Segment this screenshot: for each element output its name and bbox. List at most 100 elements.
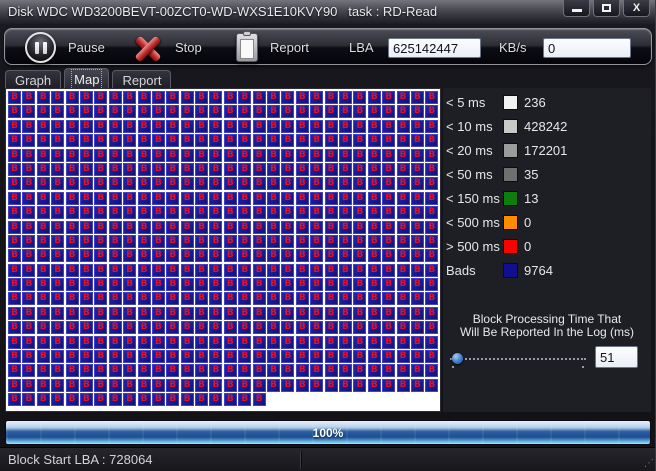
map-block[interactable]: B	[151, 220, 165, 234]
map-block[interactable]: B	[65, 263, 79, 277]
map-block[interactable]: B	[36, 263, 50, 277]
map-block[interactable]: B	[151, 119, 165, 133]
map-block[interactable]: B	[223, 220, 237, 234]
map-block[interactable]: B	[166, 321, 180, 335]
map-block[interactable]: B	[396, 148, 410, 162]
map-block[interactable]: B	[79, 105, 93, 119]
map-block[interactable]: B	[396, 263, 410, 277]
map-block[interactable]: B	[425, 119, 439, 133]
map-block[interactable]: B	[267, 249, 281, 263]
map-block[interactable]: B	[353, 105, 367, 119]
map-block[interactable]: B	[324, 306, 338, 320]
map-block[interactable]: B	[209, 393, 223, 407]
map-block[interactable]: B	[223, 278, 237, 292]
map-block[interactable]: B	[65, 234, 79, 248]
stop-button[interactable]: Stop	[132, 29, 202, 66]
map-block[interactable]: B	[166, 191, 180, 205]
map-block[interactable]: B	[267, 234, 281, 248]
map-block[interactable]: B	[267, 177, 281, 191]
map-block[interactable]: B	[223, 321, 237, 335]
map-block[interactable]: B	[94, 321, 108, 335]
map-block[interactable]: B	[8, 91, 21, 104]
map-block[interactable]: B	[252, 393, 266, 407]
map-block[interactable]: B	[353, 162, 367, 176]
map-block[interactable]: B	[22, 206, 36, 220]
map-block[interactable]: B	[195, 91, 209, 104]
map-block[interactable]: B	[8, 206, 21, 220]
map-block[interactable]: B	[166, 249, 180, 263]
map-block[interactable]: B	[51, 105, 65, 119]
map-block[interactable]: B	[324, 220, 338, 234]
map-block[interactable]: B	[353, 234, 367, 248]
map-block[interactable]: B	[79, 148, 93, 162]
map-block[interactable]: B	[252, 220, 266, 234]
map-block[interactable]: B	[180, 191, 194, 205]
map-block[interactable]: B	[396, 177, 410, 191]
map-block[interactable]: B	[22, 119, 36, 133]
map-block[interactable]: B	[195, 278, 209, 292]
map-block[interactable]: B	[151, 105, 165, 119]
map-block[interactable]: B	[123, 321, 137, 335]
map-block[interactable]: B	[166, 148, 180, 162]
map-block[interactable]: B	[353, 134, 367, 148]
map-block[interactable]: B	[252, 249, 266, 263]
map-block[interactable]: B	[382, 321, 396, 335]
map-block[interactable]: B	[223, 162, 237, 176]
map-block[interactable]: B	[310, 378, 324, 392]
map-block[interactable]: B	[410, 148, 424, 162]
map-block[interactable]: B	[223, 292, 237, 306]
map-block[interactable]: B	[410, 119, 424, 133]
map-block[interactable]: B	[209, 220, 223, 234]
map-block[interactable]: B	[8, 278, 21, 292]
map-block[interactable]: B	[338, 292, 352, 306]
map-block[interactable]: B	[324, 119, 338, 133]
map-block[interactable]: B	[238, 306, 252, 320]
map-block[interactable]: B	[281, 321, 295, 335]
resize-grip[interactable]: ⋰	[644, 459, 654, 469]
map-block[interactable]: B	[151, 278, 165, 292]
minimize-button[interactable]	[563, 0, 590, 17]
map-block[interactable]: B	[267, 220, 281, 234]
maximize-button[interactable]	[593, 0, 620, 17]
map-block[interactable]: B	[209, 105, 223, 119]
map-block[interactable]: B	[8, 177, 21, 191]
map-block[interactable]: B	[425, 249, 439, 263]
map-block[interactable]: B	[410, 378, 424, 392]
map-block[interactable]: B	[367, 278, 381, 292]
map-block[interactable]: B	[51, 350, 65, 364]
map-block[interactable]: B	[108, 306, 122, 320]
map-block[interactable]: B	[410, 177, 424, 191]
tab-graph[interactable]: Graph	[5, 70, 62, 89]
map-block[interactable]: B	[108, 134, 122, 148]
map-block[interactable]: B	[94, 105, 108, 119]
map-block[interactable]: B	[425, 148, 439, 162]
map-block[interactable]: B	[108, 206, 122, 220]
map-block[interactable]: B	[367, 119, 381, 133]
map-block[interactable]: B	[295, 177, 309, 191]
map-block[interactable]: B	[238, 162, 252, 176]
map-block[interactable]: B	[22, 105, 36, 119]
map-block[interactable]: B	[180, 134, 194, 148]
map-block[interactable]: B	[8, 119, 21, 133]
map-block[interactable]: B	[410, 206, 424, 220]
map-block[interactable]: B	[267, 292, 281, 306]
map-block[interactable]: B	[353, 220, 367, 234]
map-block[interactable]: B	[36, 91, 50, 104]
map-block[interactable]: B	[22, 91, 36, 104]
map-block[interactable]: B	[79, 134, 93, 148]
map-block[interactable]: B	[51, 378, 65, 392]
map-block[interactable]: B	[367, 292, 381, 306]
map-block[interactable]: B	[166, 220, 180, 234]
map-block[interactable]: B	[267, 191, 281, 205]
map-block[interactable]: B	[209, 278, 223, 292]
map-block[interactable]: B	[310, 91, 324, 104]
map-block[interactable]: B	[396, 321, 410, 335]
map-block[interactable]: B	[310, 148, 324, 162]
slider-track[interactable]	[450, 358, 586, 360]
map-block[interactable]: B	[79, 278, 93, 292]
map-block[interactable]: B	[267, 278, 281, 292]
map-block[interactable]: B	[324, 134, 338, 148]
map-block[interactable]: B	[166, 393, 180, 407]
map-block[interactable]: B	[238, 263, 252, 277]
map-block[interactable]: B	[195, 220, 209, 234]
